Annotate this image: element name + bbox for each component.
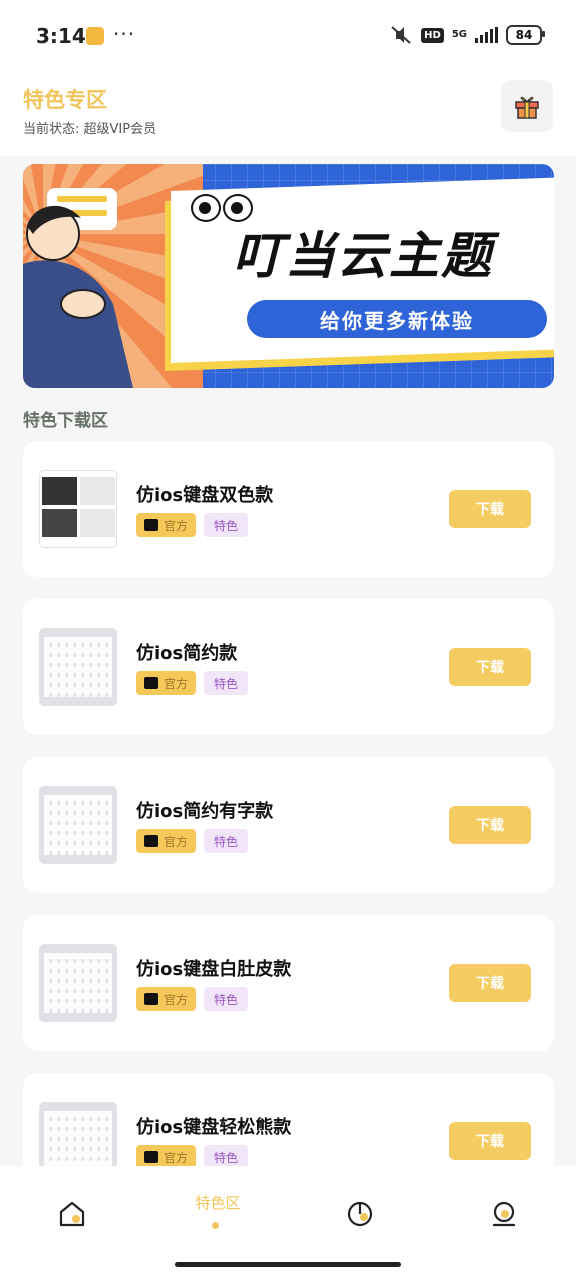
theme-name: 仿ios键盘轻松熊款 — [136, 1117, 292, 1138]
theme-name: 仿ios键盘白肚皮款 — [136, 959, 292, 980]
box-icon — [144, 993, 158, 1005]
network-label: 5G — [451, 29, 467, 40]
theme-thumbnail — [40, 629, 116, 705]
special-tag: 特色 — [204, 1145, 249, 1166]
download-button[interactable]: 下载 — [449, 1122, 531, 1160]
download-button[interactable]: 下载 — [449, 648, 531, 686]
page-title: 特色专区 — [23, 88, 107, 112]
gift-icon — [515, 96, 539, 119]
banner-tagline: 给你更多新体验 — [247, 300, 547, 338]
status-time: 3:14 — [36, 24, 86, 48]
gift-button[interactable] — [501, 80, 553, 132]
official-tag: 官方 — [136, 513, 197, 537]
list-item[interactable]: 仿ios简约有字款 官方 特色 下载 — [23, 757, 554, 893]
battery-level: 84 — [515, 28, 533, 42]
theme-name: 仿ios键盘双色款 — [136, 485, 274, 506]
box-icon — [144, 519, 158, 531]
theme-list[interactable]: 仿ios键盘双色款 官方 特色 下载 仿ios简约款 官方 特色 下载 仿ios… — [23, 441, 554, 1166]
promo-banner[interactable]: 叮当云主题 给你更多新体验 — [23, 164, 554, 388]
cartoon-person-illustration — [23, 205, 133, 388]
membership-status: 当前状态: 超级VIP会员 — [23, 122, 157, 137]
list-item[interactable]: 仿ios键盘白肚皮款 官方 特色 下载 — [23, 915, 554, 1051]
page-header: 特色专区 当前状态: 超级VIP会员 — [0, 76, 576, 156]
nav-active-indicator — [212, 1222, 219, 1229]
download-button[interactable]: 下载 — [449, 806, 531, 844]
nav-special-label[interactable]: 特色区 — [188, 1192, 248, 1213]
nav-stats[interactable] — [330, 1194, 390, 1234]
official-tag: 官方 — [136, 987, 197, 1011]
box-icon — [144, 1151, 158, 1163]
battery-icon: 84 — [506, 25, 545, 45]
special-tag: 特色 — [204, 987, 249, 1011]
download-button[interactable]: 下载 — [449, 490, 531, 528]
theme-name: 仿ios简约款 — [136, 643, 238, 664]
more-notifications-icon: ··· — [113, 22, 136, 46]
mute-icon — [391, 26, 411, 44]
box-icon — [144, 677, 158, 689]
banner-headline: 叮当云主题 — [233, 227, 493, 285]
nav-home[interactable] — [42, 1194, 102, 1234]
special-tag: 特色 — [204, 671, 249, 695]
download-button[interactable]: 下载 — [449, 964, 531, 1002]
theme-thumbnail — [40, 1103, 116, 1166]
gesture-bar[interactable] — [175, 1262, 401, 1267]
theme-name: 仿ios简约有字款 — [136, 801, 274, 822]
special-tag: 特色 — [204, 513, 249, 537]
list-item[interactable]: 仿ios简约款 官方 特色 下载 — [23, 599, 554, 735]
box-icon — [144, 835, 158, 847]
list-item[interactable]: 仿ios键盘轻松熊款 官方 特色 下载 — [23, 1073, 554, 1166]
special-tag: 特色 — [204, 829, 249, 853]
theme-thumbnail — [40, 945, 116, 1021]
notes-app-icon — [86, 27, 104, 45]
hd-badge: HD — [421, 27, 444, 43]
nav-profile[interactable] — [474, 1194, 534, 1234]
official-tag: 官方 — [136, 829, 197, 853]
official-tag: 官方 — [136, 671, 197, 695]
status-bar: 3:14 ··· HD 5G 84 — [0, 0, 576, 76]
bottom-navigation: 特色区 — [0, 1166, 576, 1280]
home-icon — [59, 1201, 85, 1227]
signal-icon — [475, 27, 498, 43]
theme-thumbnail — [40, 787, 116, 863]
official-tag: 官方 — [136, 1145, 197, 1166]
profile-icon — [492, 1201, 516, 1227]
pie-chart-icon — [347, 1201, 373, 1227]
theme-thumbnail — [40, 471, 116, 547]
section-title: 特色下载区 — [23, 411, 108, 431]
list-item[interactable]: 仿ios键盘双色款 官方 特色 下载 — [23, 441, 554, 577]
